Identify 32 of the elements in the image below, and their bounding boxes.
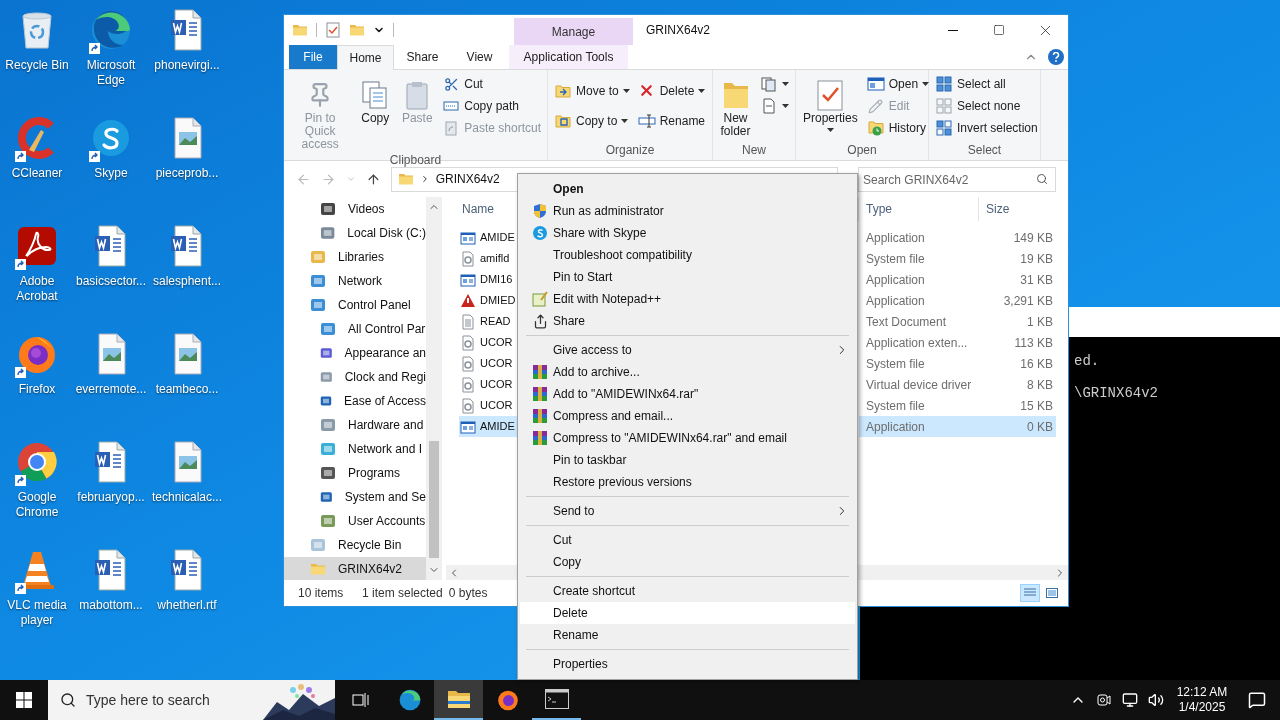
file-type: Application bbox=[865, 229, 926, 247]
ribbon-group-label: Clipboard bbox=[388, 152, 443, 169]
file-size: 0 KB bbox=[979, 416, 1056, 437]
file-size: 16 KB bbox=[1019, 355, 1054, 373]
file-type: System file bbox=[865, 250, 926, 268]
file-type: Application bbox=[865, 271, 926, 289]
file-type: System file bbox=[865, 355, 926, 373]
ribbon-group-label: Organize bbox=[604, 142, 656, 159]
console-text: ed. bbox=[1074, 353, 1101, 369]
file-size: 8 KB bbox=[1026, 376, 1054, 394]
file-type: Application exten... bbox=[865, 334, 969, 352]
file-type: Text Document bbox=[865, 313, 948, 331]
status-text: 0 bytes bbox=[448, 585, 488, 602]
console-text: \GRINX64v2 bbox=[1074, 385, 1159, 401]
file-size: 15 KB bbox=[1019, 397, 1054, 415]
file-type: Application bbox=[859, 416, 979, 437]
status-text: 1 item selected bbox=[362, 585, 443, 602]
window-title: GRINX64v2 bbox=[645, 22, 712, 39]
status-text: 10 items bbox=[298, 585, 345, 602]
file-size: 113 KB bbox=[1013, 334, 1054, 352]
file-size: 3,291 KB bbox=[1002, 292, 1054, 310]
file-size: 19 KB bbox=[1019, 250, 1054, 268]
ribbon-group-label: New bbox=[741, 142, 767, 159]
file-type: System file bbox=[865, 397, 926, 415]
ribbon-group-label: Select bbox=[966, 142, 1003, 159]
file-size: 1 KB bbox=[1026, 313, 1054, 331]
ribbon-group-label: Open bbox=[846, 142, 878, 159]
file-size: 149 KB bbox=[1012, 229, 1054, 247]
contextual-tab-header: Manage bbox=[514, 18, 633, 45]
file-type: Application bbox=[865, 292, 926, 310]
file-size: 31 KB bbox=[1019, 271, 1054, 289]
file-type: Virtual device driver bbox=[865, 376, 973, 394]
